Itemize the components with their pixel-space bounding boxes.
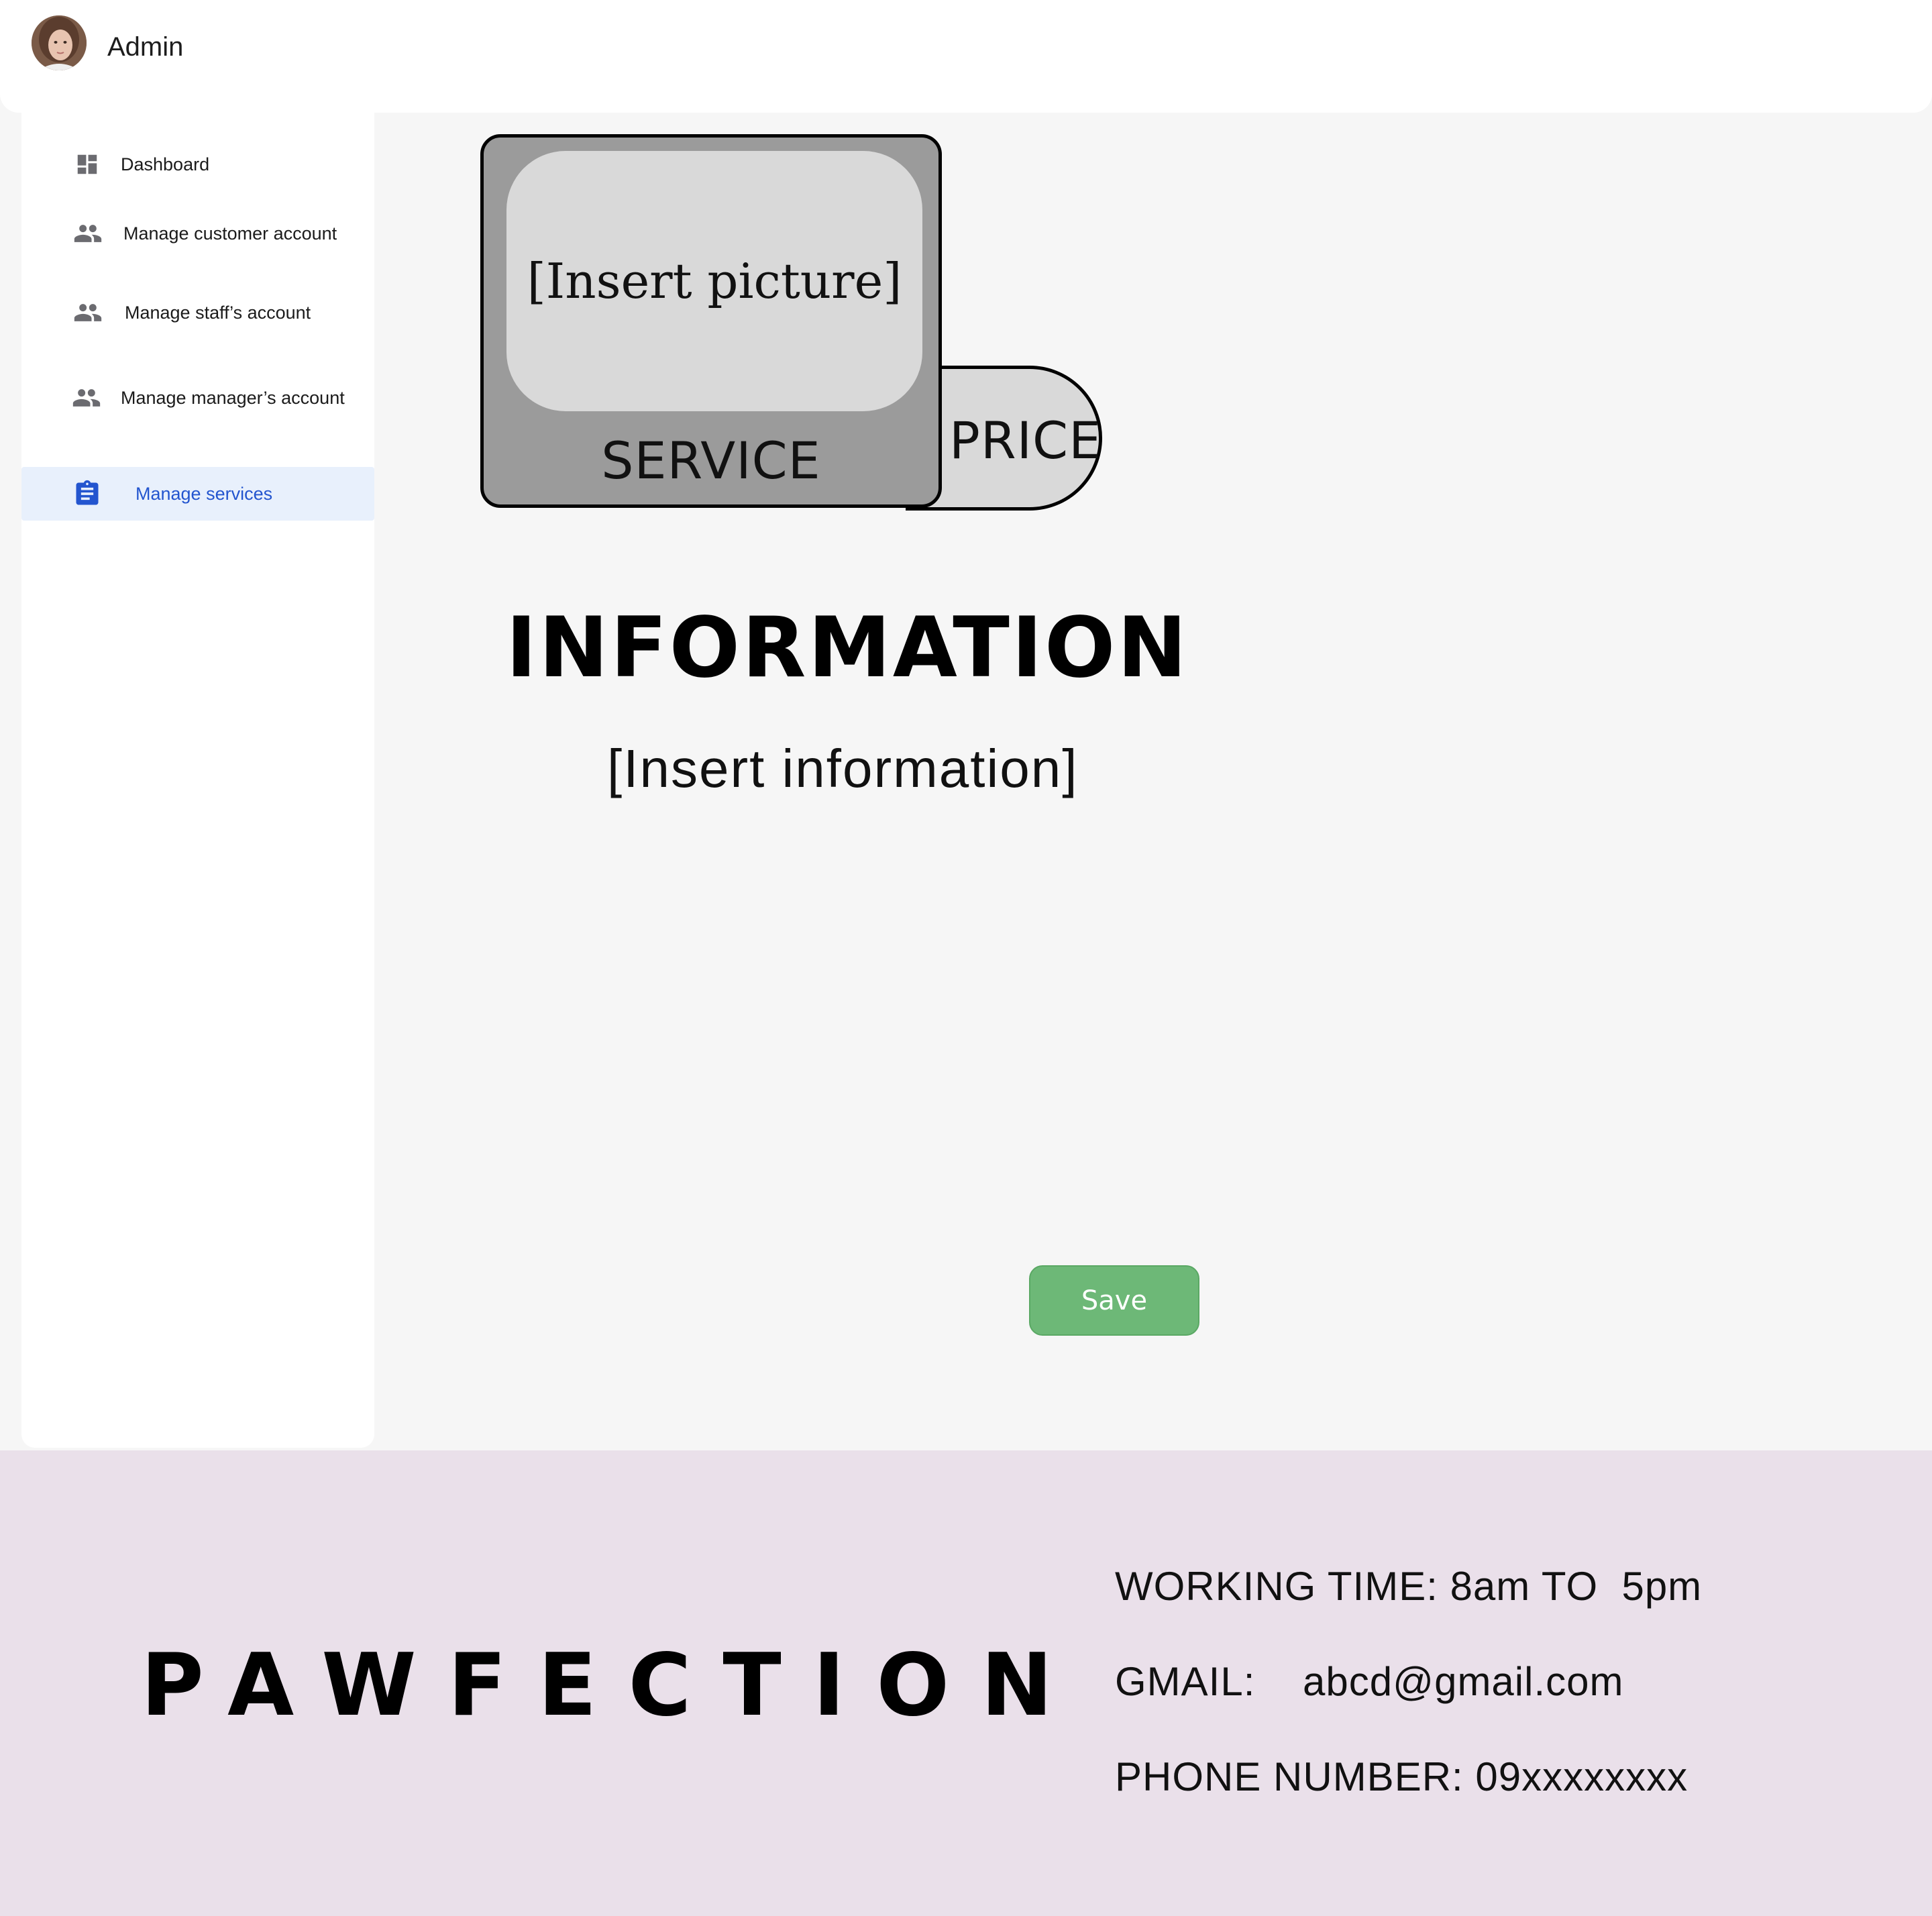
sidebar-item-manage-services[interactable]: Manage services (21, 467, 374, 521)
brand-logo: PAWFECTION (141, 1636, 1085, 1736)
footer: PAWFECTION WORKING TIME: 8am TO 5pm GMAI… (0, 1450, 1932, 1916)
sidebar-item-manage-customer[interactable]: Manage customer account (21, 207, 374, 260)
sidebar-item-label: Manage services (136, 483, 273, 504)
sidebar-item-label: Manage staff’s account (125, 302, 311, 323)
phone-number: PHONE NUMBER: 09xxxxxxxx (1115, 1754, 1688, 1799)
sidebar-item-label: Manage customer account (123, 223, 337, 244)
save-button[interactable]: Save (1029, 1265, 1199, 1336)
sidebar-item-manage-manager[interactable]: Manage manager’s account (21, 371, 374, 425)
avatar-image (32, 15, 87, 70)
gmail-contact: GMAIL: abcd@gmail.com (1115, 1659, 1624, 1704)
sidebar-item-manage-staff[interactable]: Manage staff’s account (21, 286, 374, 339)
clipboard-icon (72, 479, 102, 509)
top-header: Admin (0, 0, 1932, 113)
price-label: PRICE (949, 411, 1102, 470)
picture-placeholder[interactable]: [Insert picture] (506, 151, 922, 411)
sidebar-item-label: Manage manager’s account (121, 387, 345, 408)
sidebar-item-label: Dashboard (121, 154, 210, 174)
user-avatar[interactable] (32, 15, 87, 70)
people-icon (72, 383, 101, 413)
working-time: WORKING TIME: 8am TO 5pm (1115, 1564, 1703, 1609)
information-title: INFORMATION (506, 600, 1189, 696)
service-card: [Insert picture] SERVICE (480, 134, 942, 508)
header-title: Admin (107, 32, 184, 62)
people-icon (73, 298, 103, 327)
service-label: SERVICE (601, 431, 821, 490)
information-input[interactable]: [Insert information] (607, 738, 1079, 800)
sidebar: Dashboard Manage customer account Manage… (21, 113, 374, 1448)
sidebar-item-dashboard[interactable]: Dashboard (21, 138, 374, 191)
people-icon (73, 219, 103, 248)
dashboard-icon (72, 150, 102, 179)
